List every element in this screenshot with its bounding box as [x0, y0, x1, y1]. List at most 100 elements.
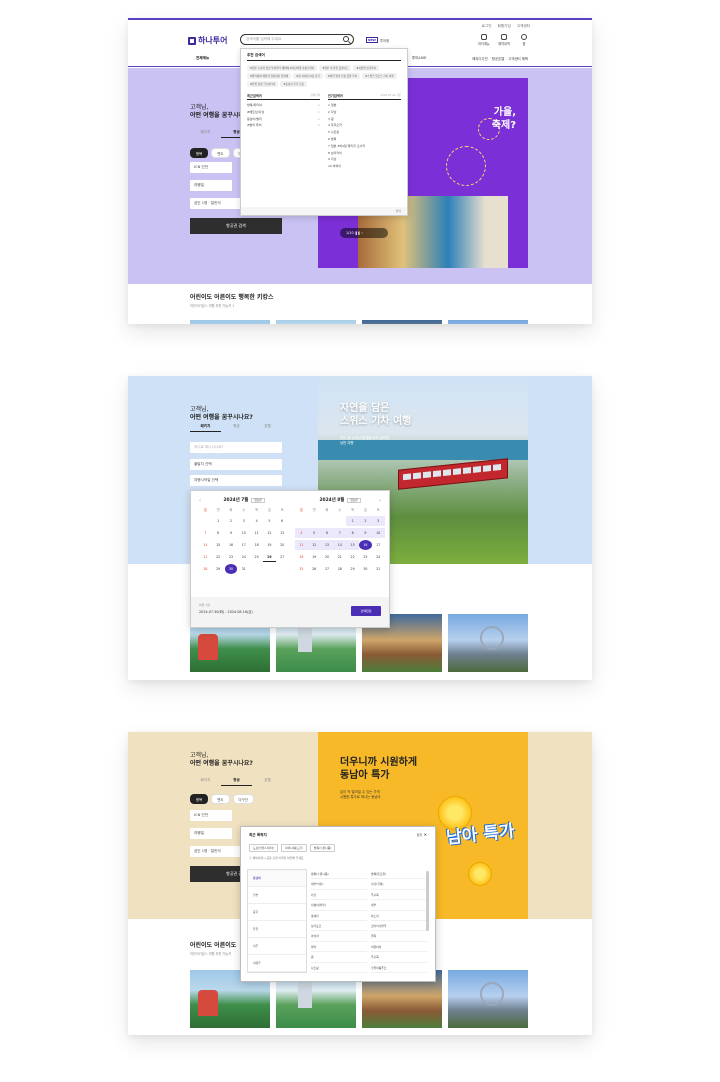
date-field[interactable]: 여행일 — [190, 180, 232, 191]
search-input[interactable]: 검색어를 입력해 주세요 — [240, 34, 354, 45]
tab-package[interactable]: 패키지 — [190, 778, 221, 786]
calendar-day[interactable]: 10 — [371, 528, 385, 538]
modal-close-button[interactable]: 닫기 ✕ — [417, 832, 427, 837]
suggestion-tag[interactable]: #동남아 특가 모음 — [280, 81, 307, 87]
tab-hotel[interactable]: 호텔 — [252, 424, 283, 432]
city-item[interactable]: 하노이 — [371, 911, 427, 921]
calendar-day[interactable]: 13 — [276, 528, 289, 538]
calendar-day[interactable]: 15 — [346, 540, 359, 550]
calendar-day[interactable]: 19 — [308, 552, 321, 562]
recent-item[interactable]: #발리 투어 × — [247, 122, 320, 129]
calendar-day[interactable]: 22 — [212, 552, 225, 562]
calendar-day[interactable]: 31 — [372, 564, 385, 574]
calendar-day[interactable]: 15 — [212, 540, 225, 550]
thumbnail[interactable] — [276, 320, 356, 324]
suggestion-tag[interactable]: #스위스 알프스 기차 여행 — [362, 73, 397, 79]
calendar-day[interactable]: 29 — [346, 564, 359, 574]
city-item[interactable]: 코타키나발루 — [371, 921, 427, 932]
remove-icon[interactable]: × — [317, 109, 320, 116]
calendar-day[interactable]: 23 — [225, 552, 238, 562]
calendar-day[interactable]: 23 — [359, 552, 372, 562]
calendar-day[interactable]: 14 — [333, 540, 347, 550]
suggestion-tag[interactable]: #괌 사이판 여름 휴가 — [293, 73, 323, 79]
thumbnail[interactable] — [448, 320, 528, 324]
destination-chip[interactable]: 도쿄(인천/나리타) — [249, 844, 279, 852]
thumbnail[interactable] — [190, 320, 270, 324]
login-link[interactable]: 로그인 — [482, 24, 492, 29]
popular-item[interactable]: 1 일본 — [328, 102, 401, 109]
calendar-day[interactable]: 9 — [358, 528, 372, 538]
popular-item[interactable]: 9 다낭 — [328, 156, 401, 163]
city-item[interactable]: 세부(막탄) — [311, 879, 367, 890]
calendar-day[interactable]: 2 — [358, 516, 372, 526]
origin-field[interactable]: ICN 인천 — [190, 810, 232, 821]
city-item[interactable]: 냐짱(깜라인) — [311, 900, 367, 911]
recent-item[interactable]: #베트남/다낭 × — [247, 109, 320, 116]
nav-item[interactable]: 항공호텔 — [492, 56, 504, 61]
calendar-day[interactable]: 20 — [276, 540, 289, 550]
region-item[interactable]: 대양주 — [248, 955, 306, 972]
popular-item[interactable]: 5 나트랑 — [328, 129, 401, 136]
clear-recent-button[interactable]: 전체삭제 — [310, 93, 320, 98]
calendar-day[interactable]: 28 — [199, 564, 212, 574]
pill-roundtrip[interactable]: 왕복 — [190, 794, 209, 804]
calendar-day[interactable]: 24 — [237, 552, 250, 562]
calendar-day[interactable]: 7 — [333, 528, 347, 538]
calendar-day[interactable]: 11 — [295, 540, 308, 550]
calendar-day[interactable]: 17 — [372, 540, 385, 550]
tab-package[interactable]: 패키지 — [190, 130, 221, 138]
city-item[interactable]: 쿠알라룸푸르 — [371, 963, 427, 973]
search-icon[interactable] — [343, 36, 349, 42]
suggestion-tag[interactable]: #발리에서 해변과 힐링까지 한번에 — [247, 73, 292, 79]
popular-item[interactable]: 10 하와이 — [328, 163, 401, 170]
logo[interactable]: 하나투어 — [188, 35, 227, 46]
calendar-day[interactable]: 6 — [276, 516, 289, 526]
start-date-field[interactable]: 여행시작일 선택 — [190, 475, 282, 486]
confirm-dates-button[interactable]: 선택완료 — [351, 606, 381, 616]
my-menu-button[interactable]: 마이메뉴 — [478, 34, 490, 46]
tab-flight[interactable]: 항공 — [221, 778, 252, 786]
calendar-day[interactable]: 27 — [276, 552, 289, 562]
city-item[interactable]: 호찌민 — [311, 911, 367, 921]
pill-roundtrip[interactable]: 왕복 — [190, 148, 209, 158]
calendar-day[interactable]: 11 — [250, 528, 263, 538]
city-item[interactable]: 마닐라 — [311, 931, 367, 942]
calendar-day[interactable]: 17 — [237, 540, 250, 550]
nav-live[interactable]: 투어LIVE — [412, 56, 426, 61]
calendar-day[interactable]: 18 — [250, 540, 263, 550]
support-link[interactable]: 고객센터 — [517, 24, 530, 29]
header-promo[interactable]: NEW 투어위 — [366, 37, 389, 43]
calendar-day[interactable]: 30 — [359, 564, 372, 574]
calendar-day[interactable]: 30 — [224, 564, 238, 574]
departure-field[interactable]: 출발지 선택 — [190, 459, 282, 470]
calendar-day[interactable]: 19 — [263, 540, 276, 550]
city-item[interactable]: 다낭(국제) — [371, 879, 427, 890]
thumbnail[interactable] — [448, 970, 528, 1028]
city-item[interactable]: 세부 — [371, 900, 427, 911]
calendar-day[interactable]: 5 — [307, 528, 321, 538]
popular-item[interactable]: 8 보라카이 — [328, 150, 401, 157]
popular-item[interactable]: 6 방콕 — [328, 136, 401, 143]
calendar-day[interactable]: 20 — [321, 552, 334, 562]
calendar-day[interactable]: 25 — [295, 564, 308, 574]
calendar-day[interactable]: 4 — [295, 528, 308, 538]
remove-icon[interactable]: × — [317, 116, 320, 123]
calendar-day[interactable]: 21 — [333, 552, 346, 562]
signup-link[interactable]: 회원가입 — [498, 24, 511, 29]
all-menu-button[interactable]: 전체메뉴 — [196, 56, 209, 61]
tab-hotel[interactable]: 호텔 — [252, 778, 283, 786]
calendar-day[interactable]: 1 — [212, 516, 225, 526]
calendar-day[interactable]: 26 — [308, 564, 321, 574]
month-chip[interactable]: 항공편 — [251, 498, 265, 503]
calendar-day[interactable]: 2 — [225, 516, 238, 526]
thumbnail[interactable] — [362, 320, 442, 324]
region-item[interactable]: 중국 — [248, 904, 306, 921]
calendar-day[interactable]: 10 — [237, 528, 250, 538]
calendar-day[interactable]: 16 — [358, 540, 372, 550]
city-item[interactable]: 괌 — [311, 952, 367, 963]
city-item[interactable]: 푸꾸옥 — [371, 952, 427, 963]
tab-package[interactable]: 패키지 — [190, 424, 221, 432]
nav-item[interactable]: 해외이주민 — [472, 56, 488, 61]
destination-input[interactable]: 어디로 떠나시나요? — [190, 442, 282, 453]
calendar-day[interactable]: 14 — [199, 540, 212, 550]
